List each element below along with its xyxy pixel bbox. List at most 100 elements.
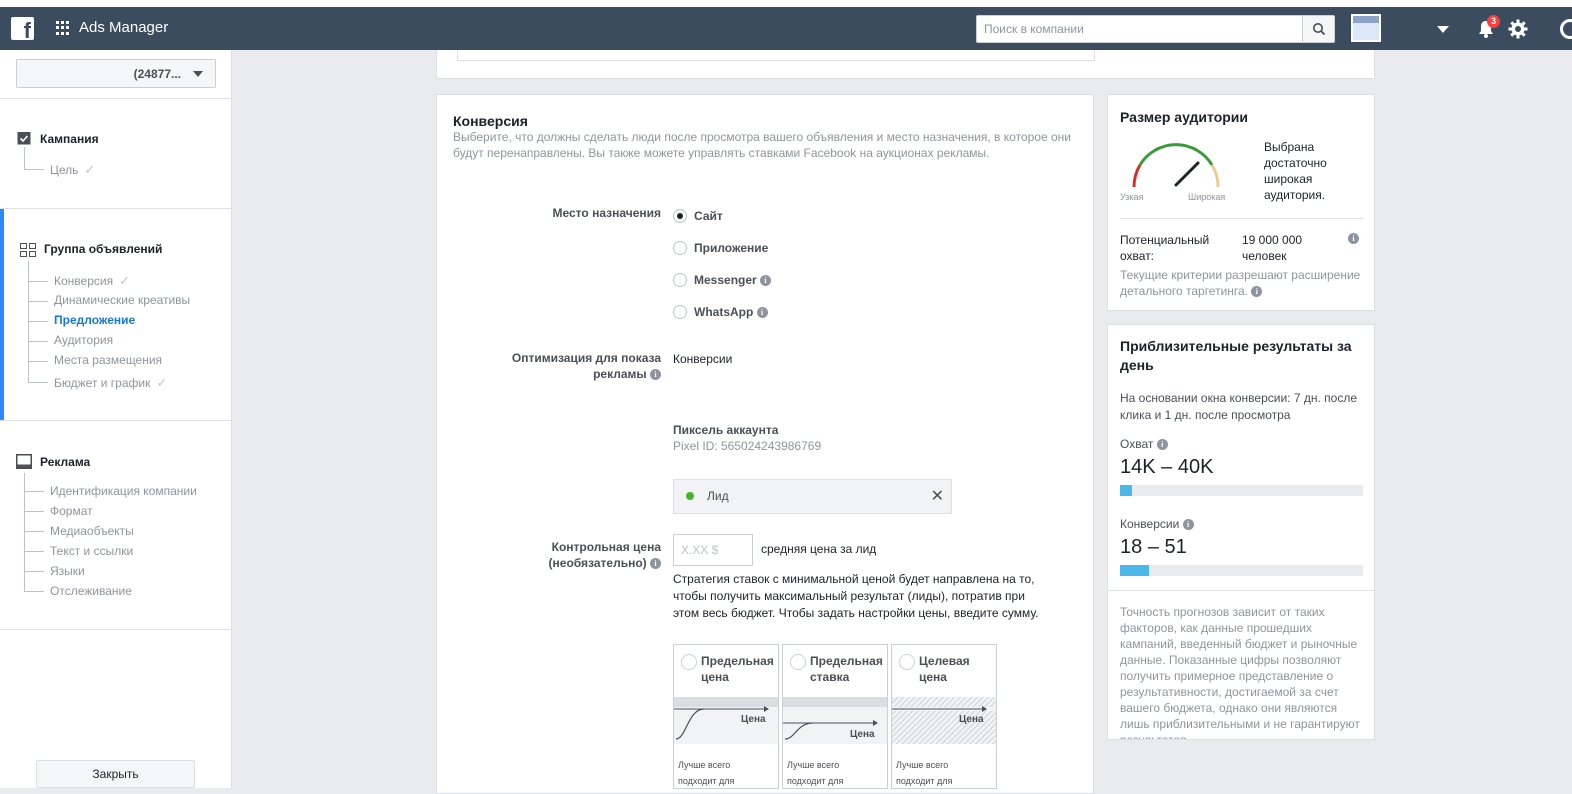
check-icon: ✓ bbox=[119, 273, 130, 288]
section-title: Конверсия bbox=[453, 113, 528, 129]
radio-messenger[interactable] bbox=[673, 273, 687, 287]
help-icon[interactable] bbox=[1560, 19, 1572, 39]
radio-app[interactable] bbox=[673, 241, 687, 255]
radio-website-label[interactable]: Сайт bbox=[694, 209, 723, 223]
tree-line bbox=[24, 551, 44, 552]
sidebar-item-audience[interactable]: Аудитория bbox=[54, 333, 113, 347]
apps-grid-icon[interactable] bbox=[56, 21, 70, 35]
info-icon[interactable]: i bbox=[1348, 233, 1359, 244]
destination-label: Место назначения bbox=[552, 206, 662, 220]
audience-size-title: Размер аудитории bbox=[1120, 109, 1249, 125]
sidebar-item-goal[interactable]: Цель ✓ bbox=[50, 162, 95, 178]
sidebar-item-languages[interactable]: Языки bbox=[50, 564, 85, 578]
divider bbox=[0, 98, 232, 99]
search-button[interactable] bbox=[1302, 16, 1334, 42]
optimization-label-line2: рекламы bbox=[593, 367, 647, 381]
reach-metric-value: 14K – 40K bbox=[1120, 456, 1214, 478]
sidebar-item-dynamic-creatives[interactable]: Динамические креативы bbox=[54, 293, 190, 307]
reach-progress-fill bbox=[1120, 485, 1133, 496]
conversion-event-selector[interactable]: Лид ✕ bbox=[673, 479, 952, 514]
potential-reach-value: 19 000 000 человек bbox=[1242, 233, 1303, 263]
sidebar-item-tracking[interactable]: Отслеживание bbox=[50, 584, 132, 598]
notifications-badge: 3 bbox=[1487, 15, 1500, 28]
info-icon[interactable]: i bbox=[650, 369, 661, 381]
search-box bbox=[976, 15, 1335, 43]
section-ad[interactable]: Реклама bbox=[40, 455, 90, 469]
section-adset[interactable]: Группа объявлений bbox=[44, 242, 162, 256]
audience-assessment: Выбрана достаточно широкая аудитория. bbox=[1264, 140, 1327, 202]
gauge-wide-label: Широкая bbox=[1188, 192, 1226, 202]
close-button[interactable]: Закрыть bbox=[36, 760, 195, 788]
sidebar-item-media[interactable]: Медиаобъекты bbox=[50, 524, 134, 538]
info-icon[interactable]: i bbox=[1251, 286, 1263, 298]
info-icon[interactable]: i bbox=[760, 275, 772, 287]
sidebar-item-conversion[interactable]: Конверсия ✓ bbox=[54, 273, 130, 289]
settings-gear-icon[interactable] bbox=[1508, 19, 1528, 39]
close-icon[interactable]: ✕ bbox=[931, 486, 944, 506]
bid-option-title: Целевая цена bbox=[919, 654, 970, 684]
account-selector[interactable]: (24877... bbox=[16, 59, 216, 88]
bid-option-title: Предельная цена bbox=[701, 654, 774, 684]
tree-line bbox=[24, 491, 44, 492]
radio-app-label[interactable]: Приложение bbox=[694, 241, 768, 255]
check-icon: ✓ bbox=[84, 162, 96, 177]
price-suffix: средняя цена за лид bbox=[761, 542, 877, 556]
bid-option-bid-cap[interactable]: Предельная ставка Цена Лучше всего подхо… bbox=[782, 644, 888, 789]
account-dropdown-icon[interactable] bbox=[1437, 26, 1449, 33]
divider bbox=[1120, 218, 1363, 219]
radio-whatsapp-label[interactable]: WhatsApp i bbox=[694, 305, 768, 319]
optimization-label: Оптимизация для показа рекламы i bbox=[477, 350, 661, 382]
optimization-value[interactable]: Конверсии bbox=[673, 352, 732, 366]
section-campaign[interactable]: Кампания bbox=[40, 132, 99, 146]
info-icon[interactable]: i bbox=[1156, 439, 1168, 451]
sidebar-item-offer[interactable]: Предложение bbox=[54, 313, 135, 327]
bid-option-radio[interactable] bbox=[790, 654, 806, 670]
bid-option-graph: Цена bbox=[674, 697, 778, 744]
sidebar-item-format[interactable]: Формат bbox=[50, 504, 93, 518]
conversion-event-label: Лид bbox=[707, 489, 729, 503]
sidebar-item-label: Конверсия bbox=[54, 274, 114, 288]
radio-whatsapp[interactable] bbox=[673, 305, 687, 319]
check-icon: ✓ bbox=[156, 375, 168, 390]
divider bbox=[0, 208, 232, 209]
audience-gauge bbox=[1132, 143, 1220, 188]
info-icon[interactable]: i bbox=[650, 558, 661, 570]
radio-website[interactable] bbox=[673, 209, 687, 223]
conversions-metric-label-text: Конверсии bbox=[1120, 517, 1180, 531]
sidebar-item-label: Места размещения bbox=[54, 353, 163, 367]
tree-line bbox=[28, 321, 48, 322]
optimization-label-line1: Оптимизация для показа bbox=[511, 351, 661, 365]
bid-option-radio[interactable] bbox=[899, 654, 915, 670]
sidebar: (24877... Кампания Цель ✓ Группа объявлен… bbox=[0, 50, 232, 788]
control-price-label-line2: (необязательно) bbox=[548, 556, 647, 570]
bid-option-desc: Лучше всего подходит для bbox=[896, 760, 953, 786]
radio-messenger-label[interactable]: Messenger i bbox=[694, 273, 772, 287]
divider bbox=[0, 420, 232, 421]
facebook-logo-icon[interactable]: f bbox=[11, 17, 34, 42]
account-thumbnail[interactable] bbox=[1351, 14, 1381, 42]
sidebar-item-identity[interactable]: Идентификация компании bbox=[50, 484, 197, 498]
sidebar-item-text-links[interactable]: Текст и ссылки bbox=[50, 544, 133, 558]
sidebar-item-budget-schedule[interactable]: Бюджет и график ✓ bbox=[54, 375, 167, 391]
potential-reach-label: Потенциальный охват: bbox=[1120, 233, 1210, 263]
reach-progress-bar bbox=[1120, 485, 1363, 496]
info-icon[interactable]: i bbox=[756, 307, 768, 319]
status-dot-icon bbox=[686, 492, 694, 500]
bid-option-title: Предельная ставка bbox=[810, 654, 883, 684]
tree-line bbox=[28, 301, 48, 302]
bid-option-desc: Лучше всего подходит для bbox=[678, 760, 735, 786]
sidebar-item-label: Предложение bbox=[54, 313, 136, 327]
tree-line bbox=[28, 341, 48, 342]
info-icon[interactable]: i bbox=[1182, 519, 1194, 531]
sidebar-item-label: Цель bbox=[50, 163, 79, 177]
app-title[interactable]: Ads Manager bbox=[79, 19, 168, 36]
tree-line bbox=[24, 571, 44, 572]
control-price-input[interactable] bbox=[673, 534, 753, 566]
sidebar-item-placements[interactable]: Места размещения bbox=[54, 353, 162, 367]
bid-option-cost-cap[interactable]: Предельная цена Цена Лучше всего подходи… bbox=[673, 644, 779, 789]
bid-option-target-cost[interactable]: Целевая цена Цена Лучше всего подходит д… bbox=[891, 644, 997, 789]
search-input[interactable] bbox=[977, 16, 1297, 42]
bid-option-radio[interactable] bbox=[681, 654, 697, 670]
browser-top-strip bbox=[0, 0, 1572, 7]
bid-option-graph-label: Цена bbox=[741, 714, 766, 725]
